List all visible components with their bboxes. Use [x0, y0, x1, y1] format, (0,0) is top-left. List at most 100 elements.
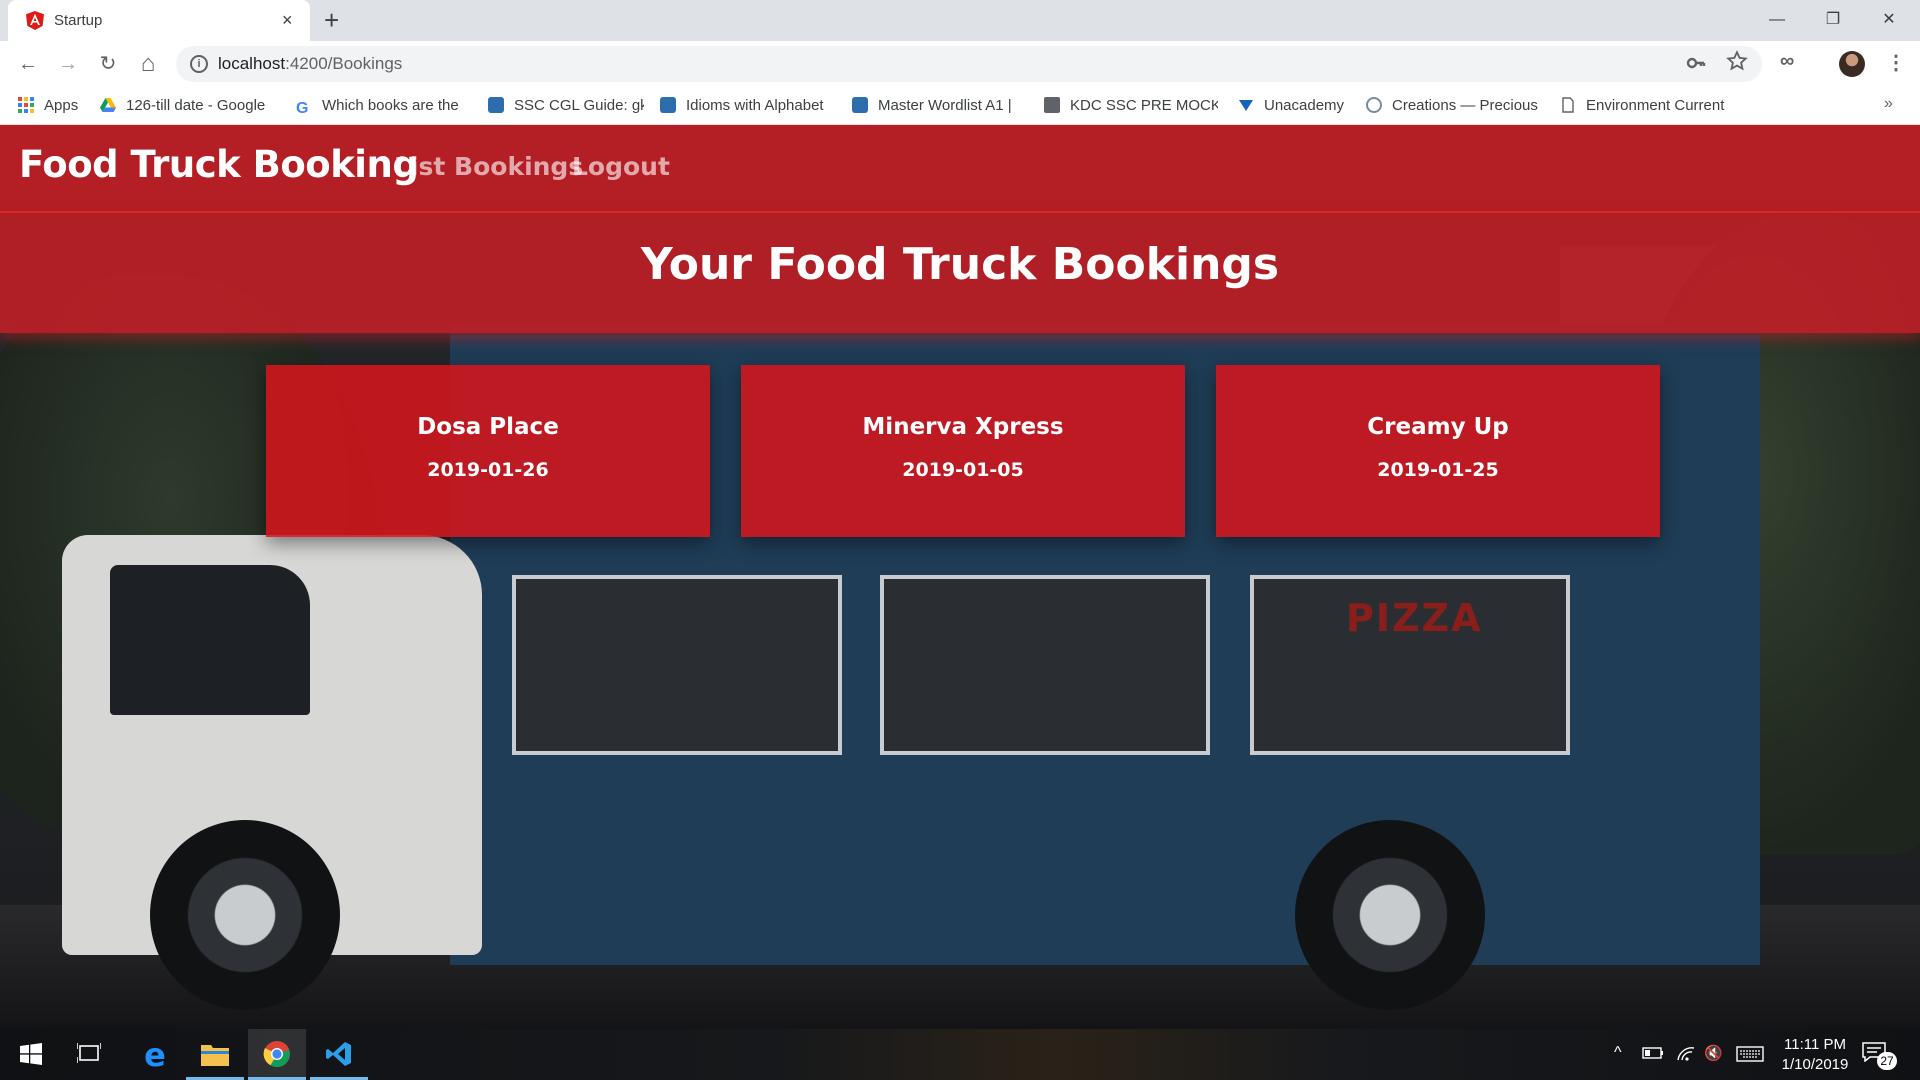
- notification-count-badge: 27: [1877, 1052, 1897, 1070]
- minimize-icon[interactable]: —: [1754, 5, 1800, 35]
- quora-icon: [852, 97, 868, 113]
- start-button[interactable]: [2, 1029, 60, 1080]
- booking-truck-name: Minerva Xpress: [862, 414, 1064, 440]
- tray-chevron-icon[interactable]: ^: [1614, 1044, 1622, 1062]
- edge-button[interactable]: e: [126, 1029, 184, 1080]
- bookmark-label: SSC CGL Guide: gk: [514, 97, 644, 114]
- vscode-button[interactable]: [310, 1029, 368, 1080]
- url-text[interactable]: localhost:4200/Bookings: [218, 54, 402, 74]
- bookmark-apps[interactable]: Apps: [18, 97, 84, 117]
- address-bar[interactable]: i localhost:4200/Bookings: [176, 46, 1762, 82]
- folder-icon: [1044, 97, 1060, 113]
- task-view-button[interactable]: [60, 1029, 118, 1080]
- app-navbar: Food Truck Booking List Bookings Logout: [0, 125, 1920, 213]
- background-wheel: [150, 820, 340, 1010]
- bookmark-label: Environment Current: [1586, 97, 1725, 114]
- bookmark-item[interactable]: Creations — Precious: [1366, 97, 1538, 117]
- edge-icon: e: [144, 1036, 166, 1074]
- booking-truck-name: Creamy Up: [1367, 414, 1509, 440]
- browser-toolbar: ← → ↻ ⌂ i localhost:4200/Bookings ∞ ⋮: [0, 41, 1920, 87]
- quora-icon: [488, 97, 504, 113]
- nav-list-bookings[interactable]: List Bookings: [394, 152, 583, 181]
- bookmark-label: KDC SSC PRE MOCK: [1070, 97, 1218, 114]
- background-truck-window: [880, 575, 1210, 755]
- back-icon[interactable]: ←: [14, 50, 42, 78]
- folder-icon: [201, 1045, 229, 1066]
- apps-grid-icon: [18, 97, 34, 113]
- page-hero: Your Food Truck Bookings: [0, 213, 1920, 333]
- page-title: Your Food Truck Bookings: [640, 239, 1280, 290]
- app-brand[interactable]: Food Truck Booking: [19, 143, 419, 186]
- bookmark-label: Unacademy: [1264, 97, 1345, 114]
- booking-card[interactable]: Creamy Up 2019-01-25: [1216, 365, 1660, 537]
- booking-date: 2019-01-05: [902, 459, 1024, 481]
- web-page: PIZZA Food Truck Booking List Bookings L…: [0, 125, 1920, 1029]
- close-window-icon[interactable]: ✕: [1866, 5, 1912, 35]
- page-icon: [1562, 97, 1574, 113]
- bookmark-item[interactable]: KDC SSC PRE MOCK: [1044, 97, 1218, 117]
- home-icon[interactable]: ⌂: [134, 50, 162, 78]
- google-drive-icon: [100, 98, 116, 112]
- tab-close-icon[interactable]: ×: [282, 9, 293, 31]
- forward-icon[interactable]: →: [54, 50, 82, 78]
- unacademy-icon: [1239, 100, 1253, 111]
- booking-card[interactable]: Dosa Place 2019-01-26: [266, 365, 710, 537]
- bookmark-item[interactable]: 126-till date - Google: [100, 97, 274, 117]
- windows-taskbar: e ^ 🔇 11:11 PM 1/10/2019 27: [0, 1029, 1920, 1080]
- browser-tab-strip: Startup × + — ❐ ✕: [0, 0, 1920, 41]
- bookmarks-overflow-icon[interactable]: »: [1884, 95, 1893, 113]
- battery-icon[interactable]: [1642, 1046, 1664, 1060]
- angular-favicon-icon: [26, 11, 44, 30]
- booking-date: 2019-01-26: [427, 459, 549, 481]
- chrome-taskbar-button[interactable]: [248, 1029, 306, 1080]
- google-icon: G: [296, 100, 309, 117]
- background-pizza-sign: PIZZA: [1346, 596, 1483, 640]
- bookmark-item[interactable]: Master Wordlist A1 |: [852, 97, 1018, 117]
- volume-muted-icon[interactable]: 🔇: [1704, 1044, 1723, 1062]
- bookmark-label: 126-till date - Google: [126, 97, 266, 114]
- profile-avatar[interactable]: [1839, 51, 1865, 77]
- taskbar-time[interactable]: 11:11 PM: [1780, 1036, 1850, 1053]
- booking-card[interactable]: Minerva Xpress 2019-01-05: [741, 365, 1185, 537]
- background-truck-window: [512, 575, 842, 755]
- maximize-icon[interactable]: ❐: [1810, 5, 1856, 35]
- site-icon: [1366, 97, 1382, 113]
- bookmark-label: Which books are the: [322, 97, 459, 114]
- extension-icon[interactable]: ∞: [1780, 50, 1794, 73]
- key-icon[interactable]: [1686, 53, 1706, 73]
- windows-start-icon: [20, 1043, 42, 1065]
- bookmark-item[interactable]: G Which books are the: [296, 97, 462, 117]
- task-view-icon: [76, 1043, 102, 1063]
- tab-title: Startup: [54, 12, 103, 29]
- booking-date: 2019-01-25: [1377, 459, 1499, 481]
- chrome-icon: [263, 1041, 290, 1068]
- new-tab-button[interactable]: +: [324, 6, 339, 34]
- url-host: localhost: [218, 54, 286, 73]
- file-explorer-button[interactable]: [186, 1029, 244, 1080]
- reload-icon[interactable]: ↻: [94, 50, 122, 78]
- nav-logout[interactable]: Logout: [572, 152, 670, 181]
- bookmark-label: Master Wordlist A1 |: [878, 97, 1012, 114]
- bookmark-item[interactable]: Unacademy: [1238, 97, 1362, 117]
- bookmark-label: Idioms with Alphabet: [686, 97, 824, 114]
- bookmark-item[interactable]: SSC CGL Guide: gk: [488, 97, 644, 117]
- url-path: :4200/Bookings: [285, 54, 403, 73]
- bookmark-item[interactable]: Idioms with Alphabet: [660, 97, 830, 117]
- keyboard-icon[interactable]: [1736, 1046, 1764, 1062]
- bookmark-item[interactable]: Environment Current: [1560, 97, 1736, 117]
- booking-truck-name: Dosa Place: [417, 414, 559, 440]
- chrome-menu-icon[interactable]: ⋮: [1886, 50, 1906, 75]
- quora-icon: [660, 97, 676, 113]
- action-center-button[interactable]: 27: [1862, 1040, 1897, 1070]
- bookmark-label: Apps: [44, 97, 79, 114]
- wifi-icon[interactable]: [1676, 1044, 1696, 1062]
- site-info-icon[interactable]: i: [190, 55, 208, 73]
- background-wheel: [1295, 820, 1485, 1010]
- taskbar-date[interactable]: 1/10/2019: [1772, 1056, 1858, 1073]
- bookmark-label: Creations — Precious: [1392, 97, 1538, 114]
- bookmark-star-icon[interactable]: [1726, 50, 1748, 72]
- browser-tab[interactable]: Startup ×: [8, 0, 310, 41]
- bookmarks-bar: Apps 126-till date - Google G Which books…: [0, 87, 1920, 125]
- vscode-icon: [326, 1042, 351, 1066]
- background-truck-cab-window: [110, 565, 310, 715]
